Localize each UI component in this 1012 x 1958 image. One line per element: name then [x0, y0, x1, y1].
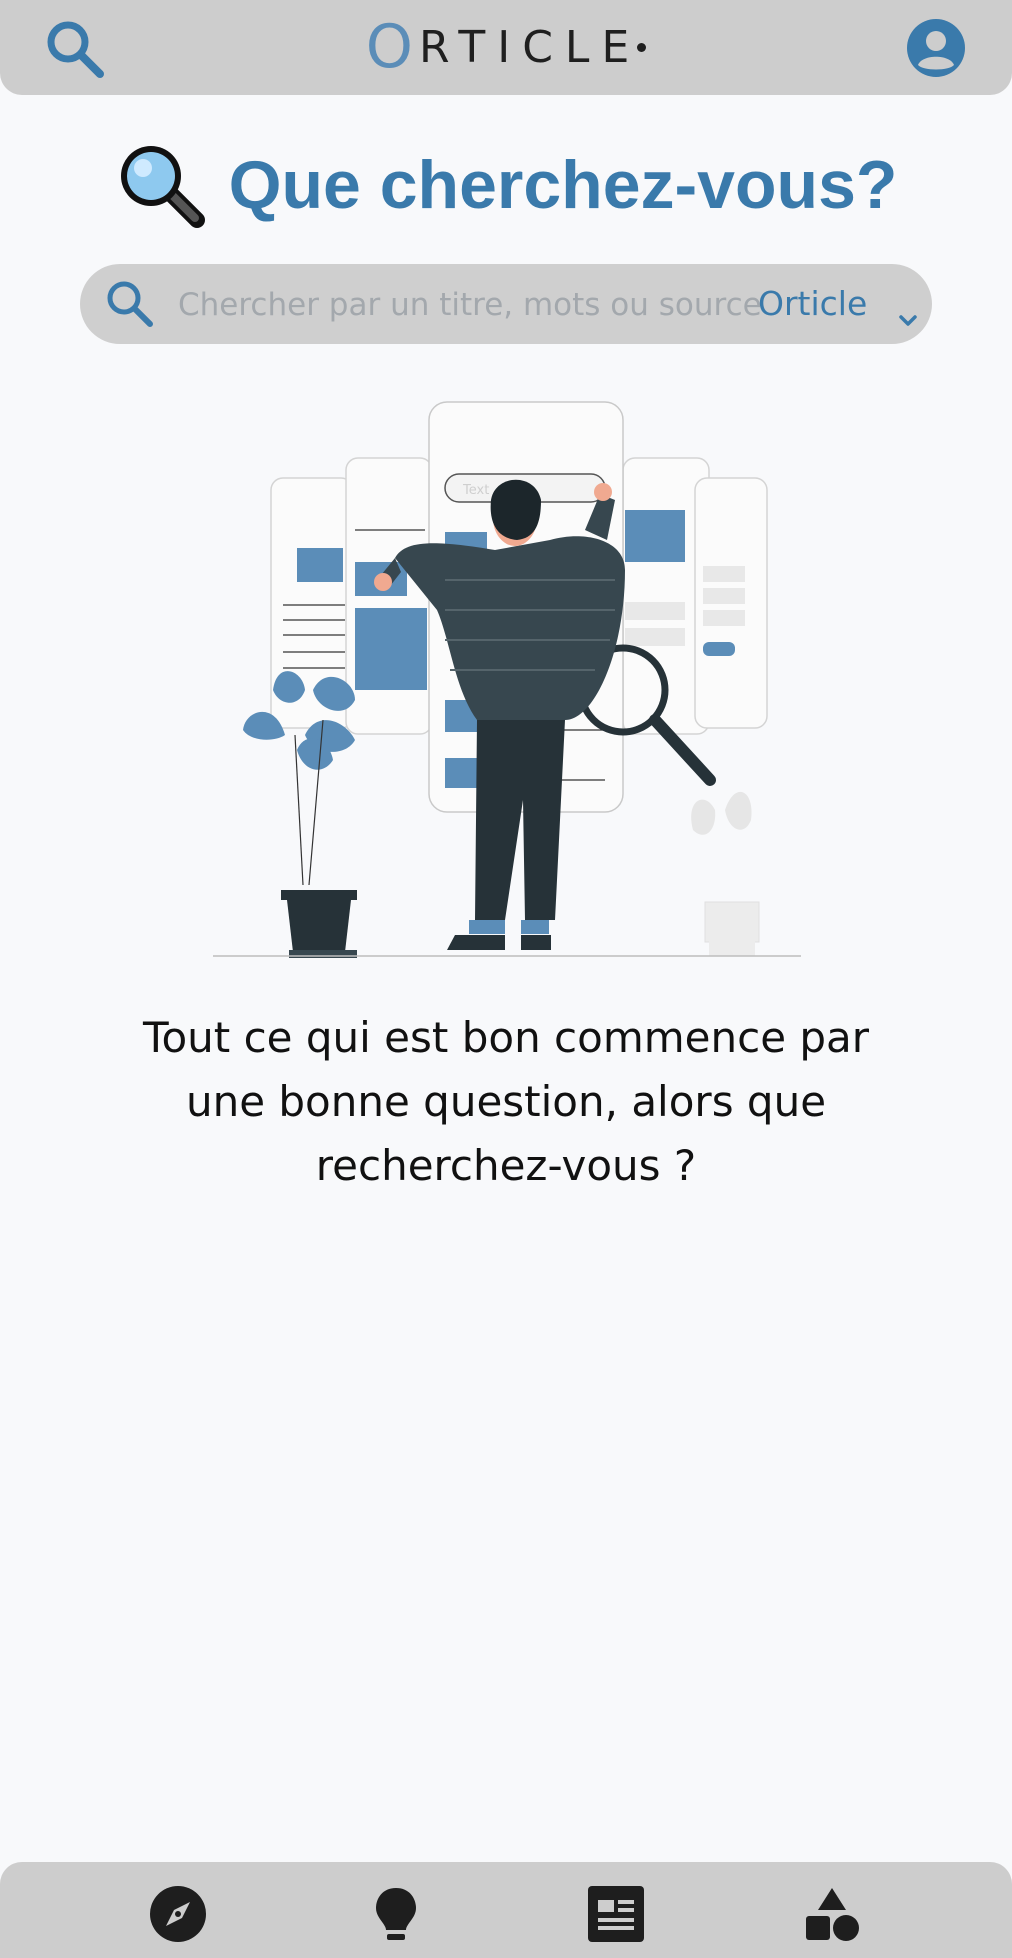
top-bar: O RTICLE — [0, 0, 1012, 95]
page-title: Que cherchez-vous? — [0, 140, 1012, 230]
illustration-search-text: Text — [462, 483, 489, 498]
account-icon[interactable] — [906, 18, 966, 78]
explore-icon[interactable] — [146, 1882, 210, 1946]
app-logo: O RTICLE — [0, 12, 1012, 82]
empty-state-message: Tout ce qui est bon commence par une bon… — [142, 1013, 870, 1190]
search-bar: Orticle — [80, 264, 932, 344]
logo-letter-o: O — [365, 12, 413, 82]
bottom-nav — [0, 1862, 1012, 1958]
lightbulb-icon[interactable] — [364, 1882, 428, 1946]
logo-dot — [637, 42, 647, 52]
search-illustration: Text — [205, 390, 805, 965]
article-icon[interactable] — [584, 1882, 648, 1946]
logo-wordmark: RTICLE — [418, 21, 642, 73]
chevron-down-icon — [896, 294, 920, 326]
search-input[interactable] — [176, 276, 810, 334]
categories-icon[interactable] — [800, 1882, 864, 1946]
page-title-text: Que cherchez-vous? — [228, 147, 898, 223]
source-dropdown[interactable]: Orticle — [758, 276, 920, 332]
search-bar-icon — [104, 278, 156, 330]
source-dropdown-label: Orticle — [758, 284, 868, 323]
magnifier-emoji-icon — [115, 140, 211, 230]
